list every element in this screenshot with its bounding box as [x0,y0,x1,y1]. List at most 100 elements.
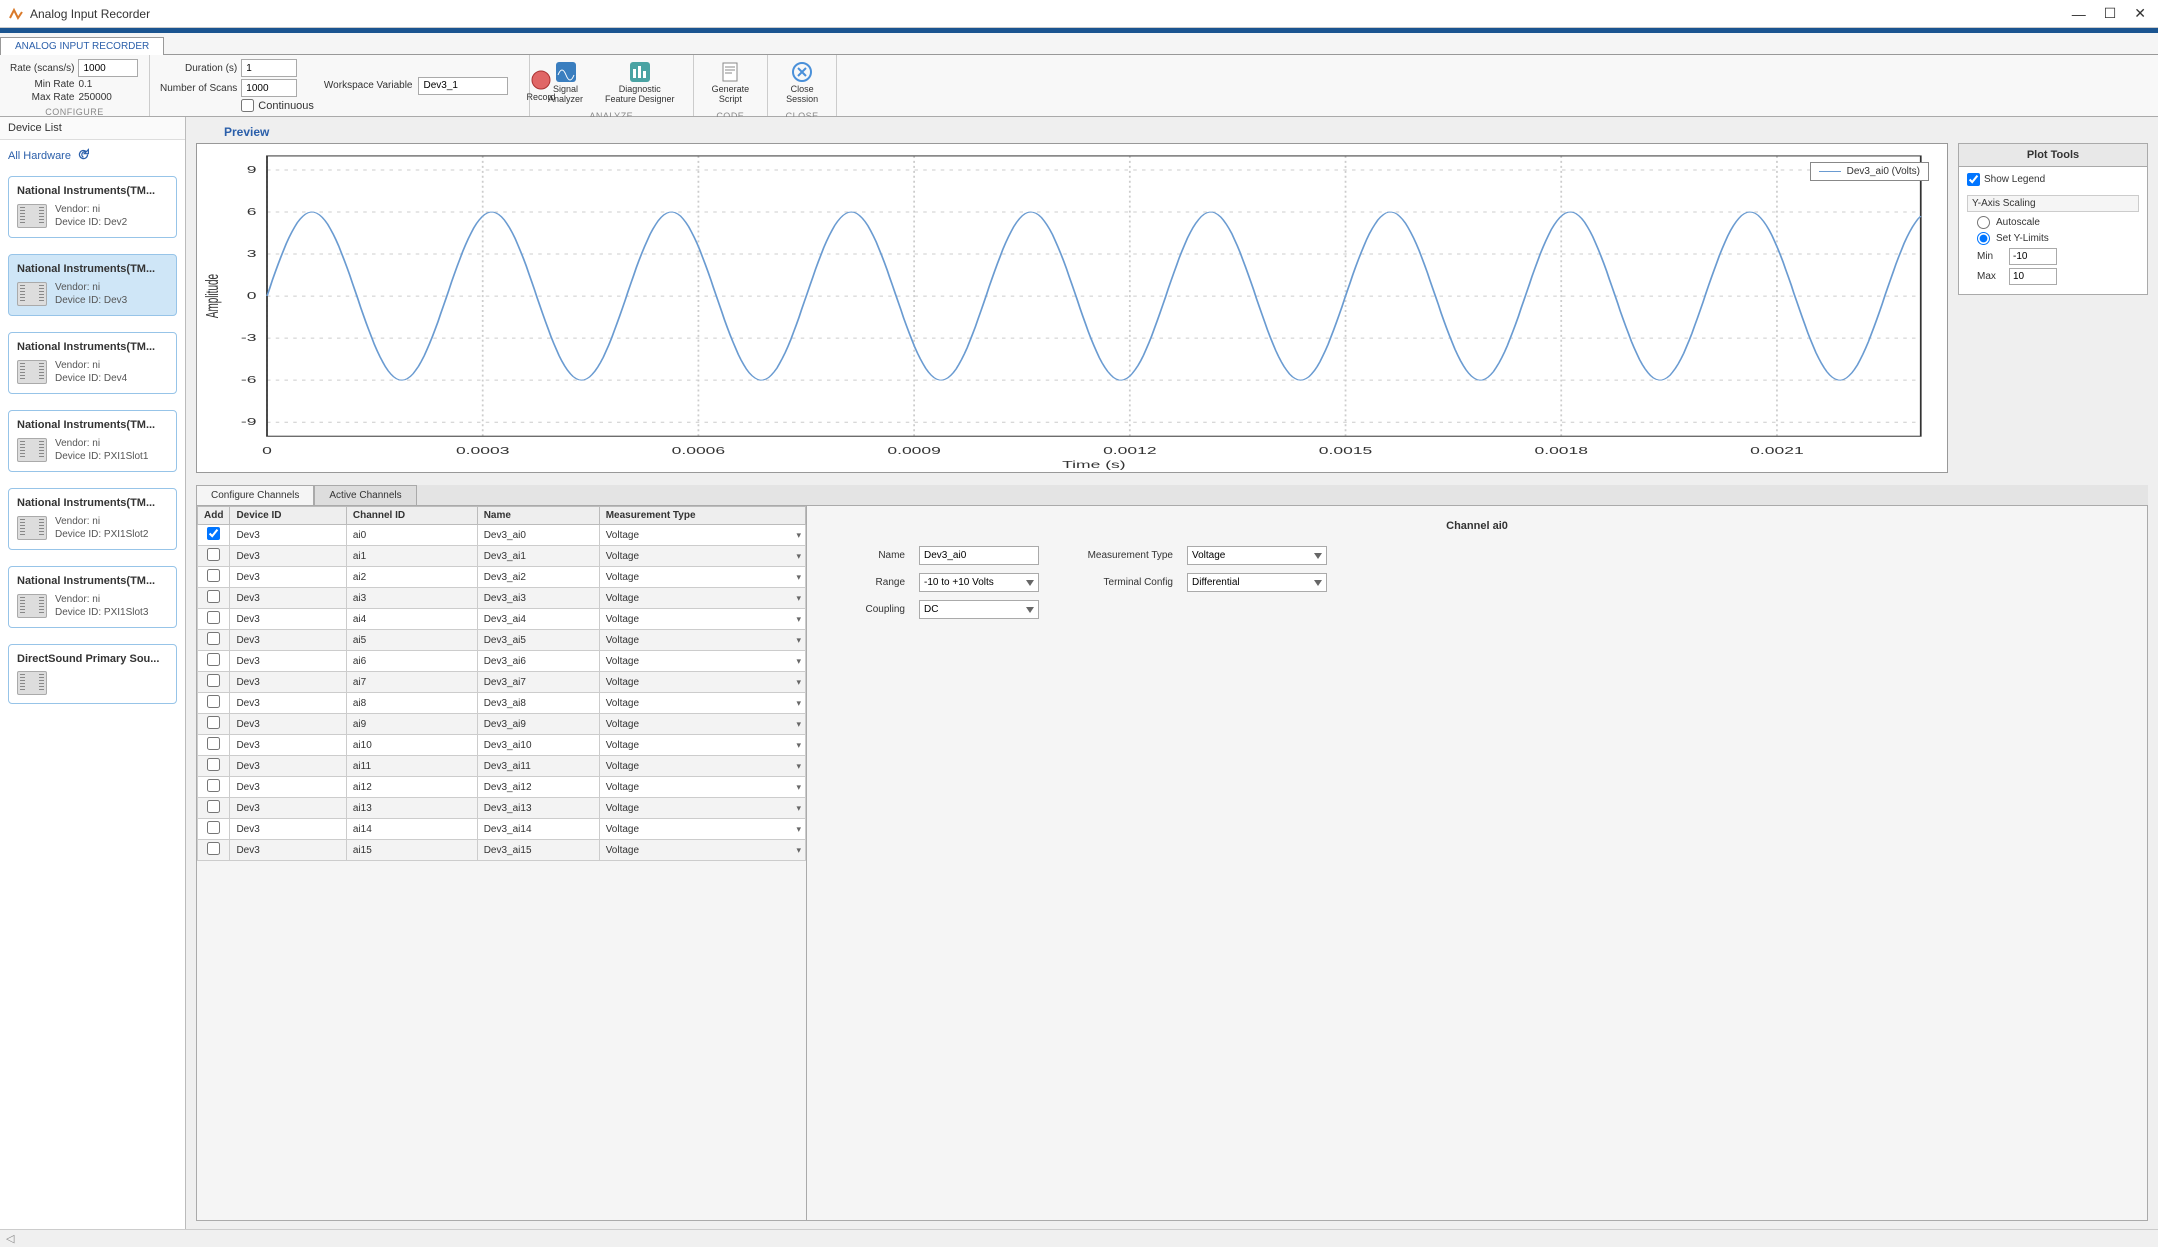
table-row[interactable]: Dev3 ai9 Dev3_ai9 Voltage [198,714,806,735]
col-meas[interactable]: Measurement Type [599,507,805,525]
table-row[interactable]: Dev3 ai2 Dev3_ai2 Voltage [198,567,806,588]
cell-meas[interactable]: Voltage [599,798,805,819]
col-device[interactable]: Device ID [230,507,346,525]
plot-tools-panel: Plot Tools Show Legend Y-Axis Scaling Au… [1958,143,2148,295]
cd-name-input[interactable] [919,546,1039,565]
add-channel-checkbox[interactable] [207,653,220,666]
add-channel-checkbox[interactable] [207,695,220,708]
table-row[interactable]: Dev3 ai7 Dev3_ai7 Voltage [198,672,806,693]
close-button[interactable]: ✕ [2134,5,2146,22]
cell-meas[interactable]: Voltage [599,756,805,777]
col-name[interactable]: Name [477,507,599,525]
table-row[interactable]: Dev3 ai5 Dev3_ai5 Voltage [198,630,806,651]
table-row[interactable]: Dev3 ai15 Dev3_ai15 Voltage [198,840,806,861]
show-legend-checkbox[interactable]: Show Legend [1967,173,2045,186]
cell-device: Dev3 [230,609,346,630]
cell-device: Dev3 [230,777,346,798]
table-row[interactable]: Dev3 ai4 Dev3_ai4 Voltage [198,609,806,630]
ymin-input[interactable] [2009,248,2057,265]
device-icon [17,204,47,228]
cell-channel: ai4 [346,609,477,630]
add-channel-checkbox[interactable] [207,674,220,687]
device-card[interactable]: National Instruments(TM... Vendor: niDev… [8,332,177,394]
preview-chart[interactable]: 00.00030.00060.00090.00120.00150.00180.0… [196,143,1948,473]
table-row[interactable]: Dev3 ai10 Dev3_ai10 Voltage [198,735,806,756]
cd-term-select[interactable]: Differential [1187,573,1327,592]
col-add[interactable]: Add [198,507,230,525]
cell-meas[interactable]: Voltage [599,735,805,756]
cell-meas[interactable]: Voltage [599,777,805,798]
cell-meas[interactable]: Voltage [599,525,805,546]
table-row[interactable]: Dev3 ai6 Dev3_ai6 Voltage [198,651,806,672]
cell-meas[interactable]: Voltage [599,672,805,693]
add-channel-checkbox[interactable] [207,800,220,813]
channel-table-scroll[interactable]: Add Device ID Channel ID Name Measuremen… [197,506,807,1220]
ymax-input[interactable] [2009,268,2057,285]
add-channel-checkbox[interactable] [207,632,220,645]
cell-meas[interactable]: Voltage [599,819,805,840]
table-row[interactable]: Dev3 ai8 Dev3_ai8 Voltage [198,693,806,714]
col-channel[interactable]: Channel ID [346,507,477,525]
cell-meas[interactable]: Voltage [599,840,805,861]
table-row[interactable]: Dev3 ai3 Dev3_ai3 Voltage [198,588,806,609]
device-card[interactable]: DirectSound Primary Sou... [8,644,177,704]
cd-range-select[interactable]: -10 to +10 Volts [919,573,1039,592]
dfd-button[interactable]: Diagnostic Feature Designer [597,59,683,107]
all-hardware-link[interactable]: All Hardware [8,148,177,164]
continuous-checkbox[interactable]: Continuous [241,99,314,112]
statusbar-collapse-icon[interactable]: ◁ [6,1232,14,1245]
generate-script-button[interactable]: Generate Script [704,59,758,107]
add-channel-checkbox[interactable] [207,611,220,624]
add-channel-checkbox[interactable] [207,569,220,582]
cell-meas[interactable]: Voltage [599,546,805,567]
svg-text:-9: -9 [241,417,257,428]
cell-meas[interactable]: Voltage [599,630,805,651]
add-channel-checkbox[interactable] [207,821,220,834]
device-card[interactable]: National Instruments(TM... Vendor: niDev… [8,566,177,628]
cell-meas[interactable]: Voltage [599,714,805,735]
signal-analyzer-button[interactable]: Signal Analyzer [540,59,591,107]
cell-meas[interactable]: Voltage [599,567,805,588]
dfd-icon [629,61,651,83]
cell-meas[interactable]: Voltage [599,588,805,609]
maxrate-value: 250000 [78,92,138,103]
device-card[interactable]: National Instruments(TM... Vendor: niDev… [8,176,177,238]
maximize-button[interactable]: ☐ [2104,5,2117,22]
duration-input[interactable] [241,59,297,77]
add-channel-checkbox[interactable] [207,548,220,561]
refresh-icon[interactable] [77,148,90,164]
close-session-button[interactable]: Close Session [778,59,826,107]
rate-input[interactable] [78,59,138,77]
table-row[interactable]: Dev3 ai1 Dev3_ai1 Voltage [198,546,806,567]
cell-meas[interactable]: Voltage [599,651,805,672]
cd-meas-select[interactable]: Voltage [1187,546,1327,565]
svg-text:-6: -6 [241,375,257,386]
wsvar-input[interactable] [418,77,508,95]
table-row[interactable]: Dev3 ai0 Dev3_ai0 Voltage [198,525,806,546]
cd-coupling-select[interactable]: DC [919,600,1039,619]
add-channel-checkbox[interactable] [207,590,220,603]
add-channel-checkbox[interactable] [207,758,220,771]
add-channel-checkbox[interactable] [207,527,220,540]
document-tab[interactable]: ANALOG INPUT RECORDER [0,37,164,55]
table-row[interactable]: Dev3 ai14 Dev3_ai14 Voltage [198,819,806,840]
device-card[interactable]: National Instruments(TM... Vendor: niDev… [8,254,177,316]
table-row[interactable]: Dev3 ai13 Dev3_ai13 Voltage [198,798,806,819]
add-channel-checkbox[interactable] [207,779,220,792]
table-row[interactable]: Dev3 ai11 Dev3_ai11 Voltage [198,756,806,777]
ymin-label: Min [1977,251,2003,262]
add-channel-checkbox[interactable] [207,737,220,750]
add-channel-checkbox[interactable] [207,716,220,729]
device-card[interactable]: National Instruments(TM... Vendor: niDev… [8,488,177,550]
tab-active-channels[interactable]: Active Channels [314,485,416,505]
cell-meas[interactable]: Voltage [599,693,805,714]
scans-input[interactable] [241,79,297,97]
minimize-button[interactable]: — [2072,6,2086,22]
device-card[interactable]: National Instruments(TM... Vendor: niDev… [8,410,177,472]
add-channel-checkbox[interactable] [207,842,220,855]
cell-meas[interactable]: Voltage [599,609,805,630]
autoscale-radio[interactable]: Autoscale [1977,216,2139,229]
tab-configure-channels[interactable]: Configure Channels [196,485,314,505]
table-row[interactable]: Dev3 ai12 Dev3_ai12 Voltage [198,777,806,798]
setylim-radio[interactable]: Set Y-Limits [1977,232,2139,245]
